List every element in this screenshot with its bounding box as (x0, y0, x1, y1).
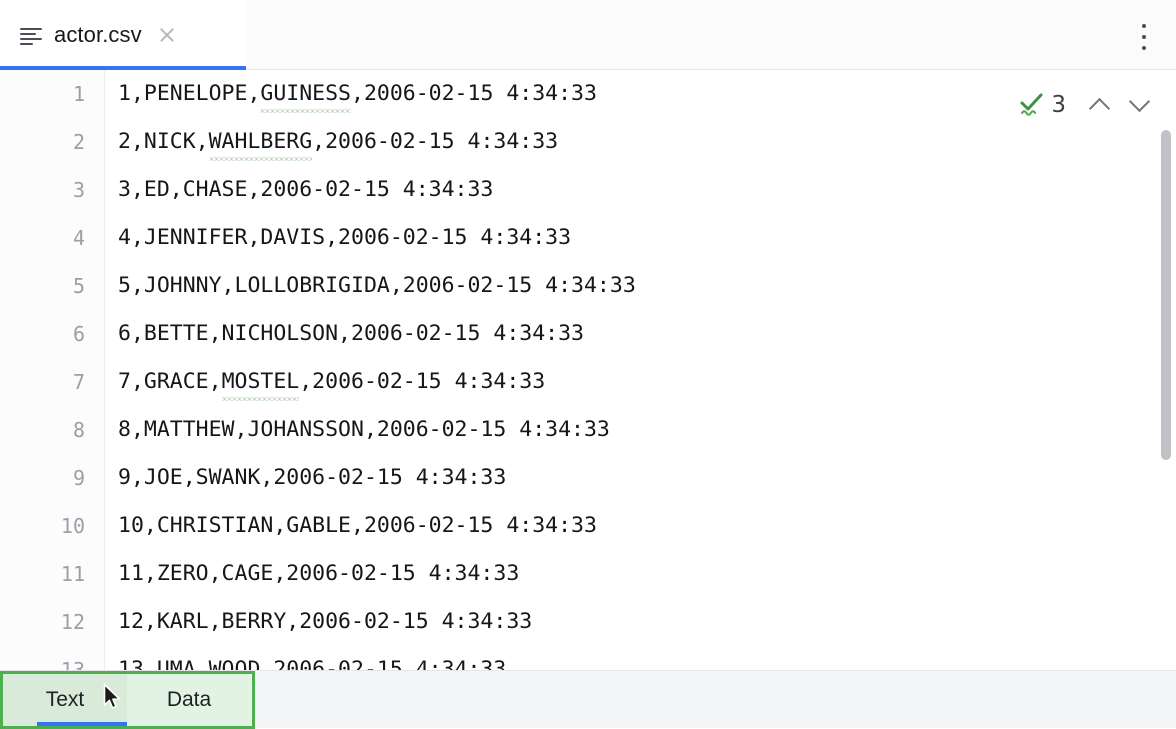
line-text[interactable]: 7,GRACE,MOSTEL,2006-02-15 4:34:33 (118, 358, 545, 406)
close-icon[interactable] (156, 24, 178, 46)
line-text-segment: 5,JOHNNY,LOLLOBRIGIDA,2006-02-15 4:34:33 (118, 273, 636, 298)
line-number: 9 (72, 466, 85, 490)
editor-line[interactable]: 11 11,ZERO,CAGE,2006-02-15 4:34:33 (0, 550, 1176, 598)
line-text[interactable]: 4,JENNIFER,DAVIS,2006-02-15 4:34:33 (118, 214, 571, 262)
line-number: 8 (72, 418, 85, 442)
line-text-segment: ,2006-02-15 4:34:33 (312, 129, 559, 154)
more-options-icon[interactable] (1140, 24, 1148, 50)
active-view-tab-indicator (37, 722, 131, 726)
editor-line[interactable]: 13 13,UMA,WOOD,2006-02-15 4:34:33 (0, 646, 1176, 670)
inspection-widget: 3 (1017, 88, 1164, 122)
line-text[interactable]: 2,NICK,WAHLBERG,2006-02-15 4:34:33 (118, 118, 558, 166)
line-text-segment: ,2006-02-15 4:34:33 (351, 81, 597, 106)
editor-line[interactable]: 12 12,KARL,BERRY,2006-02-15 4:34:33 (0, 598, 1176, 646)
line-number: 13 (60, 658, 85, 670)
line-text-segment: 13,UMA,WOOD,2006-02-15 4:34:33 (118, 657, 507, 670)
line-text-segment: 3,ED,CHASE,2006-02-15 4:34:33 (118, 177, 494, 202)
editor-line[interactable]: 2 2,NICK,WAHLBERG,2006-02-15 4:34:33 (0, 118, 1176, 166)
line-text-segment: ,2006-02-15 4:34:33 (299, 369, 546, 394)
inspection-ok-with-warnings-icon[interactable] (1017, 90, 1047, 120)
line-number: 7 (72, 370, 85, 394)
line-number: 2 (72, 130, 85, 154)
previous-highlight-icon[interactable] (1084, 90, 1114, 120)
line-text-segment: 2,NICK, (118, 129, 209, 154)
line-text-segment: 11,ZERO,CAGE,2006-02-15 4:34:33 (118, 561, 520, 586)
line-text-segment: 8,MATTHEW,JOHANSSON,2006-02-15 4:34:33 (118, 417, 610, 442)
line-text[interactable]: 8,MATTHEW,JOHANSSON,2006-02-15 4:34:33 (118, 406, 610, 454)
editor-line[interactable]: 4 4,JENNIFER,DAVIS,2006-02-15 4:34:33 (0, 214, 1176, 262)
line-number: 1 (72, 82, 85, 106)
editor-line[interactable]: 3 3,ED,CHASE,2006-02-15 4:34:33 (0, 166, 1176, 214)
next-highlight-icon[interactable] (1124, 90, 1154, 120)
line-text-segment: 10,CHRISTIAN,GABLE,2006-02-15 4:34:33 (118, 513, 597, 538)
spellcheck-typo[interactable]: MOSTEL (221, 358, 299, 406)
line-number: 4 (72, 226, 85, 250)
line-text[interactable]: 12,KARL,BERRY,2006-02-15 4:34:33 (118, 598, 532, 646)
line-text-segment: 7,GRACE, (118, 369, 222, 394)
vertical-scrollbar-thumb[interactable] (1161, 130, 1171, 460)
file-tab-label: actor.csv (54, 22, 142, 47)
editor-line[interactable]: 9 9,JOE,SWANK,2006-02-15 4:34:33 (0, 454, 1176, 502)
line-text[interactable]: 1,PENELOPE,GUINESS,2006-02-15 4:34:33 (118, 70, 597, 118)
line-number: 6 (72, 322, 85, 346)
view-tab-data[interactable]: Data (127, 674, 251, 726)
editor-line[interactable]: 5 5,JOHNNY,LOLLOBRIGIDA,2006-02-15 4:34:3… (0, 262, 1176, 310)
editor-lines: 1 1,PENELOPE,GUINESS,2006-02-15 4:34:33 2 2… (0, 70, 1176, 670)
line-text-segment: 4,JENNIFER,DAVIS,2006-02-15 4:34:33 (118, 225, 572, 250)
line-number: 3 (72, 178, 85, 202)
inspection-count: 3 (1051, 92, 1066, 118)
line-text-segment: 12,KARL,BERRY,2006-02-15 4:34:33 (118, 609, 533, 634)
line-text[interactable]: 3,ED,CHASE,2006-02-15 4:34:33 (118, 166, 493, 214)
line-text[interactable]: 11,ZERO,CAGE,2006-02-15 4:34:33 (118, 550, 519, 598)
line-number: 11 (60, 562, 85, 586)
line-text[interactable]: 6,BETTE,NICHOLSON,2006-02-15 4:34:33 (118, 310, 584, 358)
line-text[interactable]: 9,JOE,SWANK,2006-02-15 4:34:33 (118, 454, 506, 502)
code-editor[interactable]: 1 1,PENELOPE,GUINESS,2006-02-15 4:34:33 2 2… (0, 70, 1176, 670)
editor-line[interactable]: 7 7,GRACE,MOSTEL,2006-02-15 4:34:33 (0, 358, 1176, 406)
editor-line[interactable]: 10 10,CHRISTIAN,GABLE,2006-02-15 4:34:33 (0, 502, 1176, 550)
line-text-segment: 9,JOE,SWANK,2006-02-15 4:34:33 (118, 465, 507, 490)
view-tab-label: Data (166, 688, 212, 711)
view-tab-label: Text (45, 688, 85, 711)
spellcheck-typo[interactable]: GUINESS (260, 70, 351, 118)
editor-line[interactable]: 8 8,MATTHEW,JOHANSSON,2006-02-15 4:34:33 (0, 406, 1176, 454)
view-tab-text[interactable]: Text (3, 674, 131, 726)
line-number: 12 (60, 610, 85, 634)
line-number: 10 (60, 514, 85, 538)
editor-line[interactable]: 1 1,PENELOPE,GUINESS,2006-02-15 4:34:33 (0, 70, 1176, 118)
editor-bottom-bar: Text Data (0, 670, 1176, 729)
spellcheck-typo[interactable]: WAHLBERG (208, 118, 312, 166)
editor-line[interactable]: 6 6,BETTE,NICHOLSON,2006-02-15 4:34:33 (0, 310, 1176, 358)
line-text-segment: 1,PENELOPE, (118, 81, 261, 106)
line-text[interactable]: 5,JOHNNY,LOLLOBRIGIDA,2006-02-15 4:34:33 (118, 262, 636, 310)
line-text-segment: 6,BETTE,NICHOLSON,2006-02-15 4:34:33 (118, 321, 584, 346)
vertical-scrollbar[interactable] (1158, 70, 1174, 670)
line-text[interactable]: 10,CHRISTIAN,GABLE,2006-02-15 4:34:33 (118, 502, 597, 550)
line-text[interactable]: 13,UMA,WOOD,2006-02-15 4:34:33 (118, 646, 506, 670)
editor-tab-bar: actor.csv (0, 0, 1176, 70)
editor-view-tabs: Text Data (3, 674, 251, 726)
editor-window: actor.csv 1 1,PENELOPE,GUINESS,2006-02-15… (0, 0, 1176, 729)
text-lines-icon (20, 27, 42, 45)
file-tab-actor-csv[interactable]: actor.csv (0, 0, 246, 70)
line-number: 5 (72, 274, 85, 298)
